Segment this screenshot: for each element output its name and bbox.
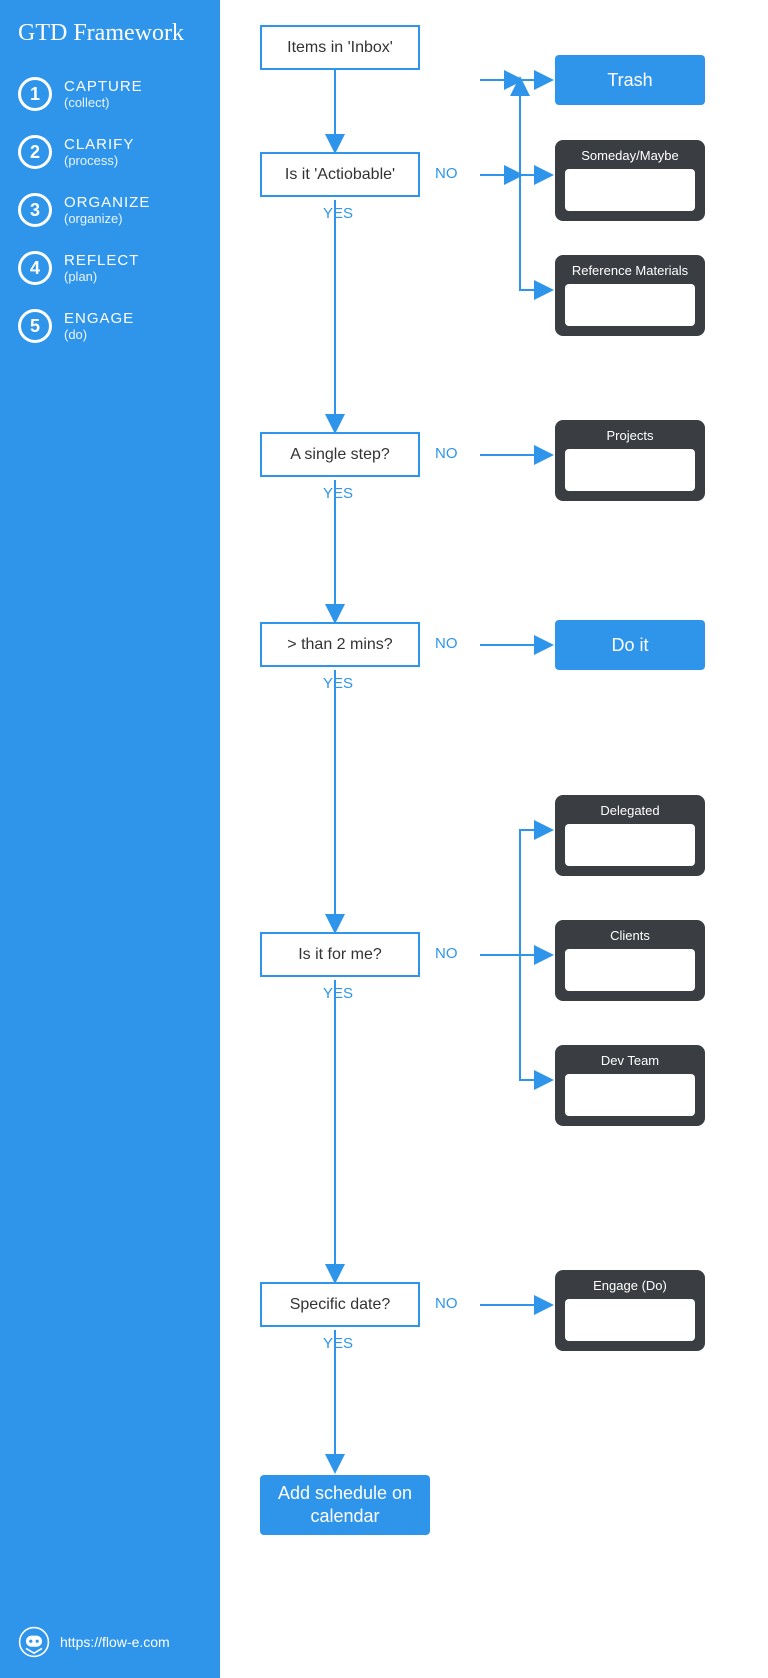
node-single: A single step? — [260, 432, 420, 477]
label-yes-5: YES — [323, 1335, 353, 1352]
label-yes-4: YES — [323, 985, 353, 1002]
footer: https://flow-e.com — [18, 1626, 170, 1658]
sidebar-step: 3 ORGANIZE(organize) — [18, 193, 202, 227]
label-yes-1: YES — [323, 205, 353, 222]
node-date: Specific date? — [260, 1282, 420, 1327]
label-no-1: NO — [435, 165, 458, 182]
card-engage: Engage (Do) — [555, 1270, 705, 1351]
sidebar-title: GTD Framework — [18, 20, 202, 47]
sidebar: GTD Framework 1CAPTURE(collect)2CLARIFY(… — [0, 0, 220, 1678]
card-clients: Clients — [555, 920, 705, 1001]
step-subtitle: (organize) — [64, 211, 150, 226]
label-yes-3: YES — [323, 675, 353, 692]
label-no-4: NO — [435, 945, 458, 962]
step-number: 5 — [18, 309, 52, 343]
card-someday: Someday/Maybe — [555, 140, 705, 221]
node-trash: Trash — [555, 55, 705, 105]
label-no-5: NO — [435, 1295, 458, 1312]
robot-icon — [18, 1626, 50, 1658]
sidebar-step: 2 CLARIFY(process) — [18, 135, 202, 169]
step-subtitle: (plan) — [64, 269, 139, 284]
step-subtitle: (process) — [64, 153, 134, 168]
step-title: CAPTURE — [64, 78, 143, 95]
label-no-3: NO — [435, 635, 458, 652]
step-title: CLARIFY — [64, 136, 134, 153]
card-ref: Reference Materials — [555, 255, 705, 336]
step-number: 3 — [18, 193, 52, 227]
step-title: ORGANIZE — [64, 194, 150, 211]
node-twomin: > than 2 mins? — [260, 622, 420, 667]
sidebar-step: 1 CAPTURE(collect) — [18, 77, 202, 111]
step-title: ENGAGE — [64, 310, 134, 327]
card-dev: Dev Team — [555, 1045, 705, 1126]
sidebar-step: 5 ENGAGE(do) — [18, 309, 202, 343]
step-number: 1 — [18, 77, 52, 111]
node-calendar: Add schedule on calendar — [260, 1475, 430, 1535]
card-projects: Projects — [555, 420, 705, 501]
flowchart-canvas: Items in 'Inbox' Is it 'Actiobable' A si… — [220, 0, 768, 1678]
step-subtitle: (collect) — [64, 95, 143, 110]
node-actionable: Is it 'Actiobable' — [260, 152, 420, 197]
step-number: 2 — [18, 135, 52, 169]
step-subtitle: (do) — [64, 327, 134, 342]
node-forme: Is it for me? — [260, 932, 420, 977]
node-inbox: Items in 'Inbox' — [260, 25, 420, 70]
step-title: REFLECT — [64, 252, 139, 269]
step-number: 4 — [18, 251, 52, 285]
card-delegated: Delegated — [555, 795, 705, 876]
node-doit: Do it — [555, 620, 705, 670]
label-no-2: NO — [435, 445, 458, 462]
footer-link[interactable]: https://flow-e.com — [60, 1634, 170, 1650]
sidebar-step: 4 REFLECT(plan) — [18, 251, 202, 285]
label-yes-2: YES — [323, 485, 353, 502]
